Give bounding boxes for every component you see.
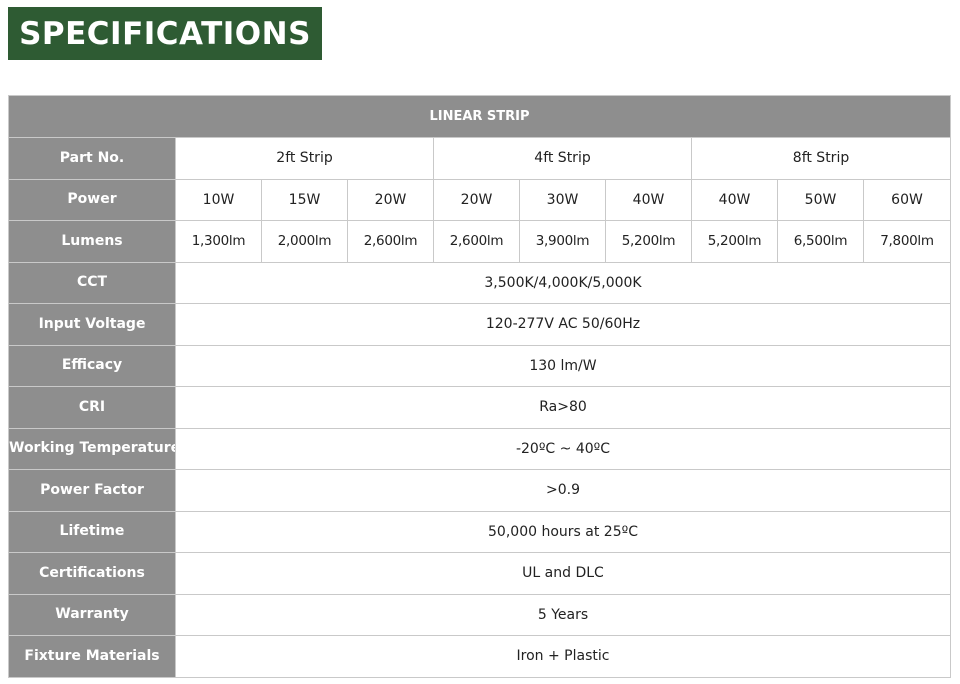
- row-label-warranty: Warranty: [8, 593, 176, 636]
- lumens-value: 7,800lm: [863, 220, 951, 263]
- specifications-banner: SPECIFICATIONS: [8, 7, 322, 60]
- table-title: LINEAR STRIP: [8, 95, 951, 138]
- table-row: CCT 3,500K/4,000K/5,000K: [8, 261, 951, 304]
- part-no-8ft: 8ft Strip: [691, 137, 951, 180]
- table-row: Efficacy 130 lm/W: [8, 344, 951, 387]
- power-factor-value: >0.9: [175, 469, 951, 512]
- warranty-value: 5 Years: [175, 593, 951, 636]
- power-value: 15W: [261, 178, 348, 221]
- table-row: Power Factor >0.9: [8, 469, 951, 512]
- power-value: 60W: [863, 178, 951, 221]
- row-label-cct: CCT: [8, 261, 176, 304]
- part-no-2ft: 2ft Strip: [175, 137, 434, 180]
- row-label-lumens: Lumens: [8, 220, 176, 263]
- certifications-value: UL and DLC: [175, 552, 951, 595]
- cri-value: Ra>80: [175, 386, 951, 429]
- lumens-value: 2,000lm: [261, 220, 348, 263]
- row-label-cri: CRI: [8, 386, 176, 429]
- row-label-efficacy: Efficacy: [8, 344, 176, 387]
- lumens-value: 2,600lm: [347, 220, 434, 263]
- table-row: Working Temperature -20ºC ~ 40ºC: [8, 427, 951, 470]
- row-label-lifetime: Lifetime: [8, 510, 176, 553]
- row-label-certifications: Certifications: [8, 552, 176, 595]
- table-row: Lifetime 50,000 hours at 25ºC: [8, 510, 951, 553]
- row-label-power-factor: Power Factor: [8, 469, 176, 512]
- lumens-value: 2,600lm: [433, 220, 520, 263]
- efficacy-value: 130 lm/W: [175, 344, 951, 387]
- power-value: 40W: [691, 178, 778, 221]
- row-label-input-voltage: Input Voltage: [8, 303, 176, 346]
- lifetime-value: 50,000 hours at 25ºC: [175, 510, 951, 553]
- table-row: Part No. 2ft Strip 4ft Strip 8ft Strip: [8, 137, 951, 180]
- table-row: Power 10W 15W 20W 20W 30W 40W 40W 50W 60…: [8, 178, 951, 221]
- fixture-materials-value: Iron + Plastic: [175, 635, 951, 678]
- power-value: 10W: [175, 178, 262, 221]
- working-temperature-value: -20ºC ~ 40ºC: [175, 427, 951, 470]
- power-value: 20W: [433, 178, 520, 221]
- power-value: 40W: [605, 178, 692, 221]
- part-no-4ft: 4ft Strip: [433, 137, 692, 180]
- spec-table: LINEAR STRIP Part No. 2ft Strip 4ft Stri…: [8, 95, 951, 678]
- power-value: 50W: [777, 178, 864, 221]
- power-value: 20W: [347, 178, 434, 221]
- table-row: Input Voltage 120-277V AC 50/60Hz: [8, 303, 951, 346]
- table-row: Lumens 1,300lm 2,000lm 2,600lm 2,600lm 3…: [8, 220, 951, 263]
- table-row: Certifications UL and DLC: [8, 552, 951, 595]
- lumens-value: 6,500lm: [777, 220, 864, 263]
- input-voltage-value: 120-277V AC 50/60Hz: [175, 303, 951, 346]
- spec-sheet: SPECIFICATIONS LINEAR STRIP Part No. 2ft…: [0, 0, 960, 684]
- row-label-power: Power: [8, 178, 176, 221]
- table-row: Fixture Materials Iron + Plastic: [8, 635, 951, 678]
- table-row: Warranty 5 Years: [8, 593, 951, 636]
- row-label-fixture-materials: Fixture Materials: [8, 635, 176, 678]
- power-value: 30W: [519, 178, 606, 221]
- lumens-value: 1,300lm: [175, 220, 262, 263]
- banner-title: SPECIFICATIONS: [19, 15, 311, 52]
- table-row: CRI Ra>80: [8, 386, 951, 429]
- lumens-value: 5,200lm: [605, 220, 692, 263]
- lumens-value: 5,200lm: [691, 220, 778, 263]
- lumens-value: 3,900lm: [519, 220, 606, 263]
- row-label-working-temperature: Working Temperature: [8, 427, 176, 470]
- row-label-part-no: Part No.: [8, 137, 176, 180]
- cct-value: 3,500K/4,000K/5,000K: [175, 261, 951, 304]
